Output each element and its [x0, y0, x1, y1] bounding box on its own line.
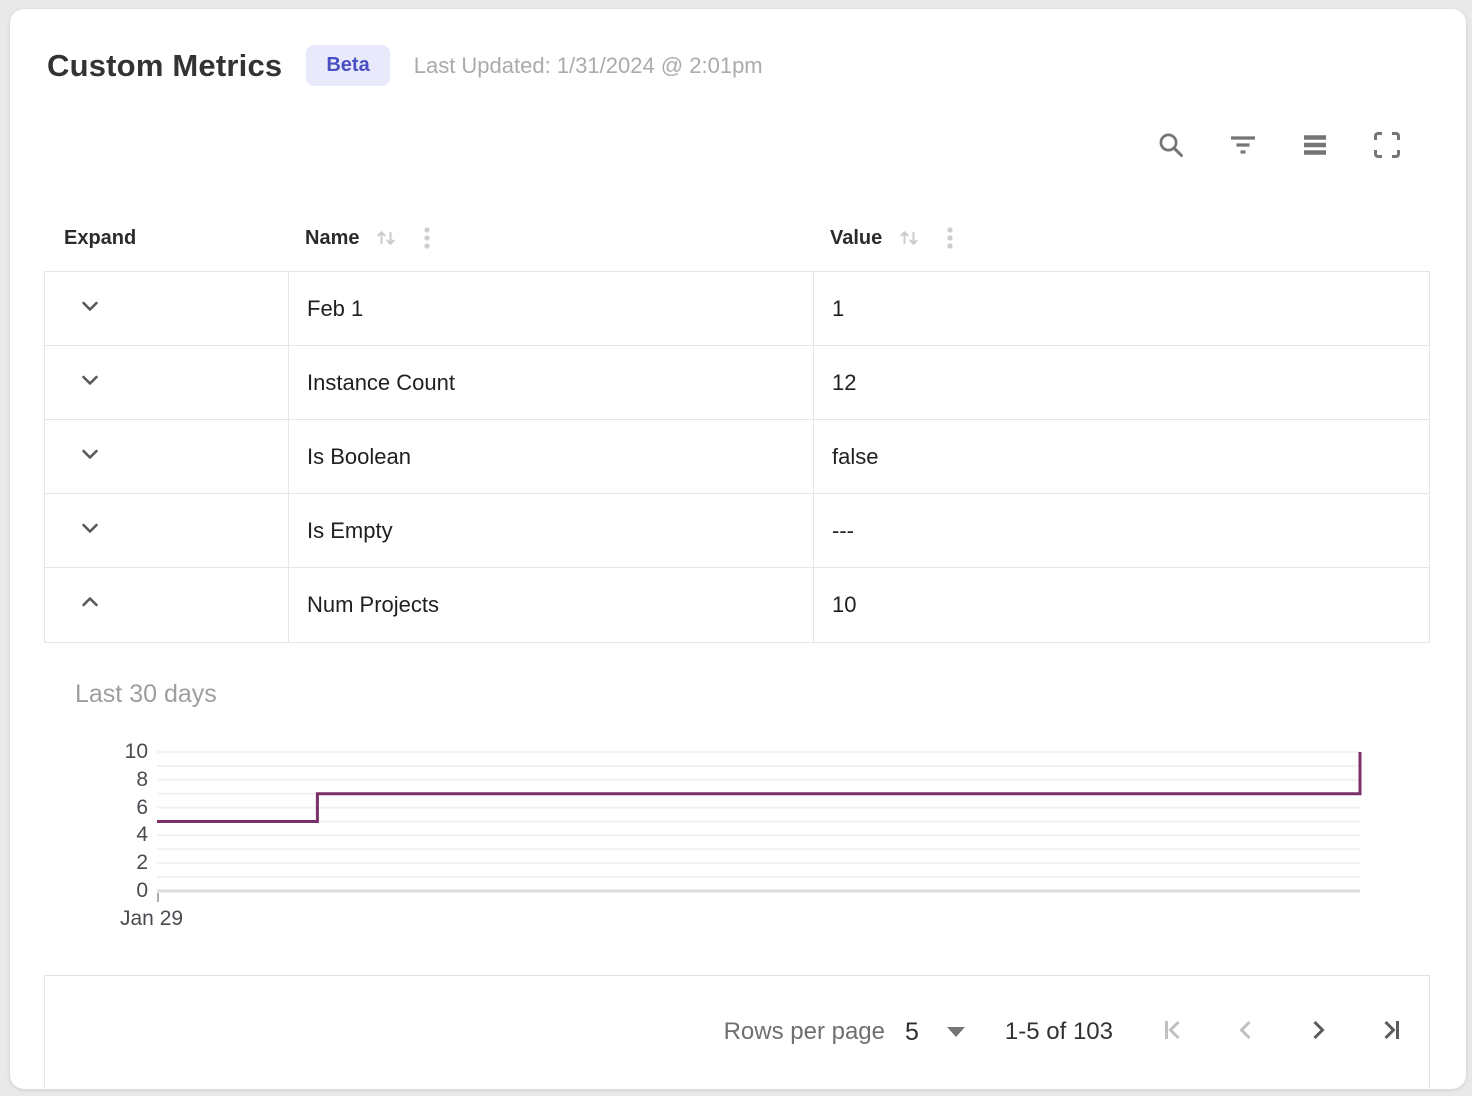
chart-y-tick-label: 0 — [98, 879, 148, 903]
chevron-up-icon — [77, 589, 103, 621]
expand-row-button[interactable] — [76, 443, 104, 471]
chart-y-tick-label: 10 — [98, 740, 148, 764]
table-toolbar — [1154, 130, 1404, 164]
expand-cell — [45, 346, 288, 419]
chevron-down-icon — [77, 441, 103, 473]
value-cell: --- — [813, 494, 1429, 567]
first-page-icon — [1159, 1015, 1189, 1050]
column-header-name-label: Name — [305, 227, 359, 250]
name-cell: Is Boolean — [288, 420, 813, 493]
column-header-value[interactable]: Value — [812, 224, 1430, 252]
table-row: Feb 1 1 — [45, 272, 1429, 346]
collapse-row-button[interactable] — [76, 591, 104, 619]
density-icon — [1299, 129, 1331, 166]
expand-cell — [45, 272, 288, 345]
search-button[interactable] — [1154, 130, 1188, 164]
chevron-right-icon — [1303, 1015, 1333, 1050]
value-cell: false — [813, 420, 1429, 493]
column-menu-icon[interactable] — [936, 224, 964, 252]
table-body: Feb 1 1 Instance Count 12 Is Boolean fal… — [44, 271, 1430, 643]
pagination-controls — [1159, 1017, 1405, 1047]
chevron-down-icon — [77, 515, 103, 547]
name-cell: Num Projects — [288, 568, 813, 642]
chevron-left-icon — [1231, 1015, 1261, 1050]
chart-x-tick — [157, 893, 159, 902]
value-cell: 10 — [813, 568, 1429, 642]
custom-metrics-card: Custom Metrics Beta Last Updated: 1/31/2… — [10, 9, 1466, 1089]
expand-row-button[interactable] — [76, 369, 104, 397]
previous-page-button[interactable] — [1231, 1017, 1261, 1047]
search-icon — [1155, 129, 1187, 166]
expand-cell — [45, 568, 288, 642]
expand-cell — [45, 494, 288, 567]
column-header-name[interactable]: Name — [287, 224, 812, 252]
column-menu-icon[interactable] — [413, 224, 441, 252]
filter-icon — [1227, 129, 1259, 166]
column-header-expand-label: Expand — [64, 227, 136, 250]
table-row: Is Boolean false — [45, 420, 1429, 494]
name-cell: Instance Count — [288, 346, 813, 419]
chart-y-tick-label: 4 — [98, 823, 148, 847]
expand-row-button[interactable] — [76, 295, 104, 323]
page-title: Custom Metrics — [47, 48, 282, 84]
last-updated-text: Last Updated: 1/31/2024 @ 2:01pm — [414, 53, 763, 79]
column-header-expand: Expand — [44, 227, 287, 250]
metric-chart-svg — [157, 752, 1360, 891]
chart-y-tick-label: 2 — [98, 851, 148, 875]
chart-y-axis-labels: 0246810 — [98, 752, 148, 891]
table-row: Instance Count 12 — [45, 346, 1429, 420]
chart-title: Last 30 days — [75, 680, 217, 709]
pagination-footer: Rows per page 5 1-5 of 103 — [44, 975, 1430, 1088]
value-cell: 12 — [813, 346, 1429, 419]
rows-per-page-value[interactable]: 5 — [905, 1018, 919, 1047]
table-row-expanded: Num Projects 10 — [45, 568, 1429, 642]
rows-per-page-label: Rows per page — [724, 1018, 885, 1046]
header: Custom Metrics Beta Last Updated: 1/31/2… — [47, 45, 763, 86]
metric-line-chart — [157, 752, 1360, 891]
expand-row-button[interactable] — [76, 517, 104, 545]
chevron-down-icon — [77, 293, 103, 325]
last-page-icon — [1375, 1015, 1405, 1050]
expand-cell — [45, 420, 288, 493]
last-page-button[interactable] — [1375, 1017, 1405, 1047]
next-page-button[interactable] — [1303, 1017, 1333, 1047]
sort-arrows-icon[interactable] — [372, 224, 400, 252]
beta-badge: Beta — [306, 45, 389, 86]
density-button[interactable] — [1298, 130, 1332, 164]
sort-arrows-icon[interactable] — [895, 224, 923, 252]
chart-y-tick-label: 6 — [98, 796, 148, 820]
value-cell: 1 — [813, 272, 1429, 345]
filter-button[interactable] — [1226, 130, 1260, 164]
column-header-value-label: Value — [830, 227, 882, 250]
first-page-button[interactable] — [1159, 1017, 1189, 1047]
name-cell: Feb 1 — [288, 272, 813, 345]
chart-y-tick-label: 8 — [98, 768, 148, 792]
chart-x-tick-label: Jan 29 — [120, 907, 183, 931]
fullscreen-icon — [1371, 129, 1403, 166]
chevron-down-icon — [77, 367, 103, 399]
table-row: Is Empty --- — [45, 494, 1429, 568]
name-cell: Is Empty — [288, 494, 813, 567]
fullscreen-button[interactable] — [1370, 130, 1404, 164]
table-header-row: Expand Name Value — [44, 205, 1430, 271]
rows-per-page-dropdown-icon[interactable] — [947, 1027, 965, 1037]
pagination-range-label: 1-5 of 103 — [1005, 1018, 1113, 1046]
